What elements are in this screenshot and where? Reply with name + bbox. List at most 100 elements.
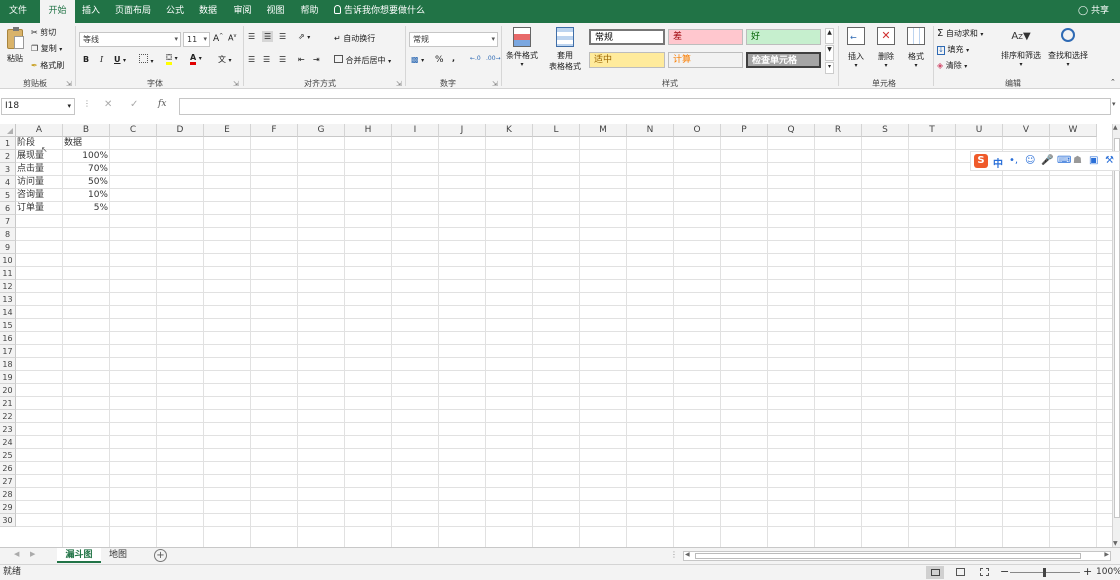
decrease-font-button[interactable]: Av xyxy=(228,33,236,43)
normal-view-button[interactable] xyxy=(926,566,944,579)
column-header-B[interactable]: B xyxy=(63,124,110,137)
share-button[interactable]: ◯ 共享 xyxy=(1078,0,1109,23)
cell-B5[interactable]: 10% xyxy=(63,189,110,202)
cell-style-0[interactable]: 常规 xyxy=(589,29,665,45)
dialog-launcher-icon[interactable]: ⇲ xyxy=(396,80,402,88)
cell-B1[interactable]: 数据 xyxy=(63,137,110,150)
row-header-2[interactable]: 2 xyxy=(0,150,16,163)
menu-tab-5[interactable]: 数据 xyxy=(193,0,223,23)
row-header-13[interactable]: 13 xyxy=(0,293,16,306)
row-header-9[interactable]: 9 xyxy=(0,241,16,254)
select-all-corner[interactable] xyxy=(0,124,16,137)
ime-language-toggle[interactable]: 中 xyxy=(993,155,1003,170)
column-header-F[interactable]: F xyxy=(251,124,298,137)
column-header-I[interactable]: I xyxy=(392,124,439,137)
fill-button[interactable]: ↓ 填充 ▾ xyxy=(937,44,969,55)
row-header-3[interactable]: 3 xyxy=(0,163,16,176)
increase-indent-button[interactable]: ⇥ xyxy=(313,55,320,64)
zoom-in-button[interactable]: + xyxy=(1083,564,1092,579)
tab-split-handle[interactable]: ⋮ xyxy=(670,550,678,559)
styles-scroll-up[interactable]: ▲ xyxy=(825,28,834,44)
dialog-launcher-icon[interactable]: ⇲ xyxy=(66,80,72,88)
horizontal-scrollbar[interactable]: ◀ ▶ xyxy=(683,551,1111,561)
menu-tab-2[interactable]: 插入 xyxy=(75,0,107,23)
styles-more[interactable]: ▾ xyxy=(825,62,834,74)
menu-tab-1[interactable]: 开始 xyxy=(40,0,75,23)
styles-scroll-down[interactable]: ▼ xyxy=(825,45,834,61)
row-header-14[interactable]: 14 xyxy=(0,306,16,319)
comma-button[interactable]: , xyxy=(452,54,455,63)
page-layout-button[interactable] xyxy=(952,566,968,579)
bold-button[interactable]: B xyxy=(83,55,89,64)
fill-color-button[interactable]: ⛋ ▾ xyxy=(166,53,178,65)
sogou-logo-icon[interactable]: S xyxy=(974,154,988,168)
delete-cells-button[interactable]: ✕ 删除 ▾ xyxy=(873,27,899,69)
scroll-right-icon[interactable]: ▶ xyxy=(30,550,35,558)
font-name-select[interactable]: 等线 ▾ xyxy=(79,32,181,47)
align-middle-button[interactable]: ☰ xyxy=(262,31,274,42)
row-header-29[interactable]: 29 xyxy=(0,501,16,514)
column-header-C[interactable]: C xyxy=(110,124,157,137)
zoom-slider-thumb[interactable] xyxy=(1043,568,1046,577)
sort-filter-button[interactable]: AZ▼ 排序和筛选 ▾ xyxy=(999,27,1043,68)
font-color-button[interactable]: A ▾ xyxy=(190,53,202,65)
menu-tab-0[interactable]: 文件 xyxy=(0,0,36,23)
row-header-26[interactable]: 26 xyxy=(0,462,16,475)
cell-A6[interactable]: 订单量 xyxy=(16,202,63,215)
align-left-button[interactable]: ☰ xyxy=(248,55,255,64)
skin-shirt-icon[interactable]: ▣ xyxy=(1089,155,1098,166)
zoom-out-button[interactable]: − xyxy=(1000,564,1009,579)
zoom-slider[interactable] xyxy=(1010,568,1080,577)
column-header-P[interactable]: P xyxy=(721,124,768,137)
increase-decimal-button[interactable]: ←.0 xyxy=(470,55,481,62)
page-break-button[interactable] xyxy=(976,566,992,579)
dialog-launcher-icon[interactable]: ⇲ xyxy=(492,80,498,88)
row-header-12[interactable]: 12 xyxy=(0,280,16,293)
cell-A4[interactable]: 访问量 xyxy=(16,176,63,189)
row-header-10[interactable]: 10 xyxy=(0,254,16,267)
decrease-indent-button[interactable]: ⇤ xyxy=(298,55,305,64)
zoom-level[interactable]: 100% xyxy=(1096,565,1120,580)
cell-A1[interactable]: 阶段 xyxy=(16,137,63,150)
column-header-Q[interactable]: Q xyxy=(768,124,815,137)
column-header-U[interactable]: U xyxy=(956,124,1003,137)
row-header-28[interactable]: 28 xyxy=(0,488,16,501)
cell-B4[interactable]: 50% xyxy=(63,176,110,189)
decrease-decimal-button[interactable]: .00→ xyxy=(486,55,501,62)
collapse-ribbon-icon[interactable]: ⌃ xyxy=(1110,78,1116,86)
column-header-E[interactable]: E xyxy=(204,124,251,137)
column-header-O[interactable]: O xyxy=(674,124,721,137)
row-header-20[interactable]: 20 xyxy=(0,384,16,397)
cancel-icon[interactable]: ✕ xyxy=(104,99,112,110)
confirm-icon[interactable]: ✓ xyxy=(130,99,138,110)
border-button[interactable]: ▾ xyxy=(139,54,154,65)
emoji-icon[interactable]: ☺ xyxy=(1025,155,1035,166)
phonetic-button[interactable]: 文 ▾ xyxy=(218,54,232,65)
vertical-scrollbar[interactable]: ▲ ▼ xyxy=(1112,124,1120,547)
column-header-K[interactable]: K xyxy=(486,124,533,137)
column-header-W[interactable]: W xyxy=(1050,124,1097,137)
autosum-button[interactable]: Σ 自动求和 ▾ xyxy=(937,28,983,39)
insert-function-button[interactable]: fx xyxy=(158,99,166,109)
align-right-button[interactable]: ☰ xyxy=(279,55,286,64)
column-header-S[interactable]: S xyxy=(862,124,909,137)
microphone-icon[interactable]: 🎤 xyxy=(1041,155,1053,166)
align-top-button[interactable]: ☰ xyxy=(248,32,255,41)
cell-style-1[interactable]: 差 xyxy=(668,29,743,45)
number-format-select[interactable]: 常规 ▾ xyxy=(409,32,498,47)
row-header-30[interactable]: 30 xyxy=(0,514,16,527)
row-header-4[interactable]: 4 xyxy=(0,176,16,189)
merge-center-button[interactable]: 合并后居中 ▾ xyxy=(334,55,391,66)
wrench-icon[interactable]: ⚒ xyxy=(1105,155,1114,166)
cell-A3[interactable]: 点击量 xyxy=(16,163,63,176)
column-header-R[interactable]: R xyxy=(815,124,862,137)
column-header-N[interactable]: N xyxy=(627,124,674,137)
dialog-launcher-icon[interactable]: ⇲ xyxy=(233,80,239,88)
tell-me-search[interactable]: 告诉我你想要做什么 xyxy=(334,0,425,23)
more-options-icon[interactable]: ⋮ xyxy=(83,99,91,108)
format-as-table-button[interactable]: 套用 表格格式 xyxy=(543,27,587,72)
menu-tab-4[interactable]: 公式 xyxy=(160,0,190,23)
punctuation-icon[interactable]: •, xyxy=(1009,155,1018,166)
cell-style-3[interactable]: 适中 xyxy=(589,52,665,68)
column-header-D[interactable]: D xyxy=(157,124,204,137)
